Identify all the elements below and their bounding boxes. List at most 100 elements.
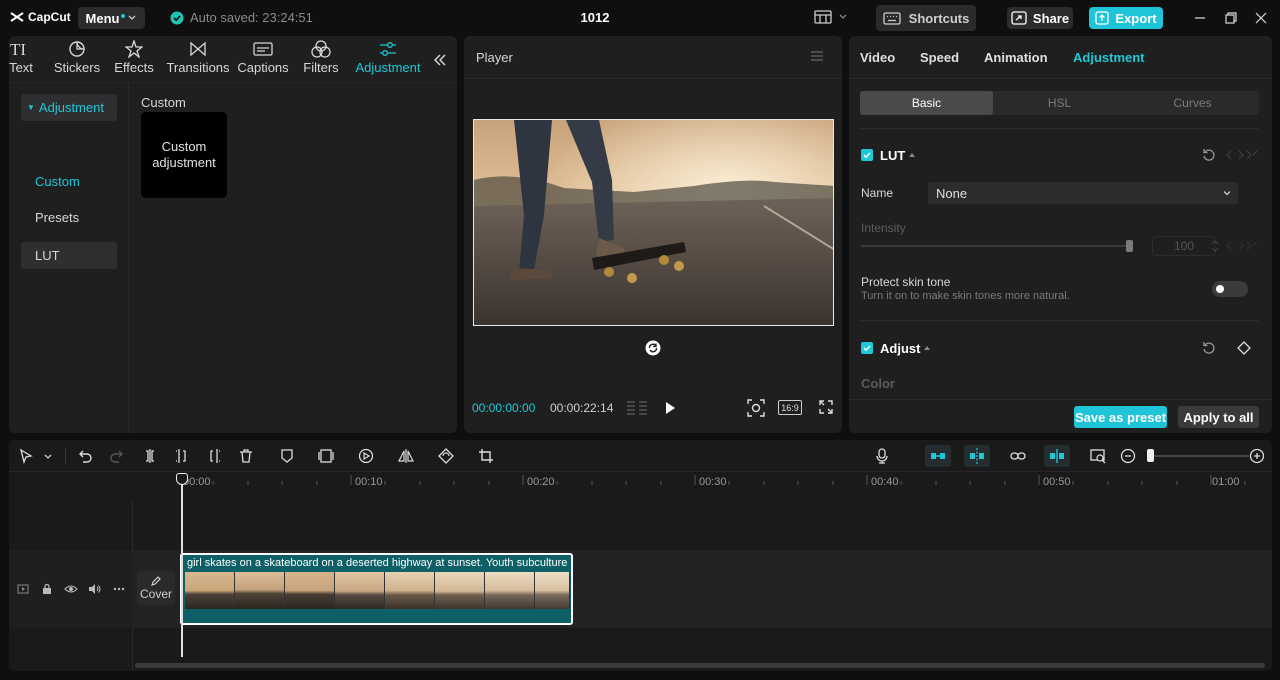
subtab-curves[interactable]: Curves [1126, 91, 1259, 115]
zoom-slider-track[interactable] [1149, 455, 1249, 457]
intensity-value-input[interactable]: 100 [1152, 236, 1216, 256]
svg-text:TI: TI [10, 40, 26, 58]
tab-filters[interactable]: Filters [303, 40, 339, 76]
caret-up-icon[interactable] [923, 345, 931, 351]
track-video-icon[interactable] [17, 583, 29, 595]
sidenav-item-presets[interactable]: Presets [21, 204, 117, 231]
shortcuts-label: Shortcuts [908, 10, 970, 26]
adjustment-subtabs: Basic HSL Curves [860, 91, 1259, 115]
ruler-label: 00:20 [527, 476, 555, 488]
share-button[interactable]: Share [1007, 7, 1073, 29]
delete-right-icon[interactable] [206, 448, 222, 464]
zoom-in-icon[interactable] [1249, 448, 1265, 464]
hamburger-menu-icon[interactable] [810, 50, 824, 62]
undo-icon[interactable] [77, 448, 93, 464]
player-title: Player [476, 50, 513, 65]
layout-button[interactable] [814, 10, 848, 24]
trash-icon[interactable] [238, 448, 254, 464]
keyframe-nav-icon[interactable] [1226, 241, 1260, 251]
sidenav-item-lut[interactable]: LUT [21, 242, 117, 269]
fullscreen-icon[interactable] [819, 400, 833, 414]
menu-button[interactable]: Menu [78, 7, 145, 29]
keyframe-nav-icon[interactable] [1226, 150, 1260, 160]
intensity-slider-track[interactable] [861, 245, 1131, 247]
video-preview[interactable] [473, 119, 834, 326]
tab-transitions[interactable]: Transitions [166, 40, 230, 76]
rotate-clip-icon[interactable] [438, 448, 454, 464]
keyboard-icon [883, 11, 901, 25]
tab-text[interactable]: TI Text [9, 40, 33, 76]
zoom-out-icon[interactable] [1120, 448, 1136, 464]
caret-up-icon[interactable] [908, 152, 916, 158]
tab-video[interactable]: Video [860, 50, 895, 65]
restore-icon[interactable] [1224, 11, 1238, 25]
tab-stickers[interactable]: Stickers [54, 40, 100, 76]
props-action-bar: Save as preset Apply to all [849, 399, 1272, 433]
split-icon[interactable] [142, 448, 158, 464]
tab-adjustment[interactable]: Adjustment [354, 40, 422, 76]
apply-to-all-button[interactable]: Apply to all [1178, 406, 1259, 428]
tab-captions[interactable]: Captions [237, 40, 289, 76]
subtab-hsl[interactable]: HSL [993, 91, 1126, 115]
timeline-scrollbar[interactable] [135, 663, 1265, 668]
save-as-preset-button[interactable]: Save as preset [1074, 406, 1167, 428]
link-icon[interactable] [1010, 448, 1026, 464]
aspect-ratio-button[interactable]: 16:9 [778, 400, 802, 415]
protect-skin-toggle[interactable] [1212, 281, 1248, 297]
freeze-frame-icon[interactable] [318, 448, 334, 464]
reverse-icon[interactable] [358, 448, 374, 464]
adjust-checkbox[interactable] [861, 342, 873, 354]
custom-adjustment-card[interactable]: Custom adjustment [141, 112, 227, 198]
auto-snap-button[interactable] [964, 445, 990, 467]
save-as-preset-label: Save as preset [1074, 409, 1167, 425]
marker-icon[interactable] [279, 448, 295, 464]
eye-icon[interactable] [64, 583, 78, 595]
playhead[interactable] [181, 473, 183, 657]
play-icon[interactable] [664, 401, 676, 415]
more-options-icon[interactable] [113, 587, 125, 591]
keyframe-diamond-icon[interactable] [1237, 341, 1251, 355]
sidenav-item-adjustment[interactable]: ▼ Adjustment [21, 94, 117, 121]
mirror-icon[interactable] [398, 448, 414, 464]
intensity-slider-handle[interactable] [1126, 240, 1133, 252]
playhead-handle[interactable] [176, 473, 188, 485]
redo-icon[interactable] [109, 448, 125, 464]
preview-axis-button[interactable] [1044, 445, 1070, 467]
delete-left-icon[interactable] [174, 448, 190, 464]
subtab-basic-label: Basic [911, 96, 942, 110]
lut-name-label: Name [861, 186, 894, 200]
speaker-icon[interactable] [88, 583, 102, 595]
export-button[interactable]: Export [1089, 7, 1163, 29]
crop-icon[interactable] [478, 448, 494, 464]
lock-icon[interactable] [41, 583, 53, 595]
subtab-basic[interactable]: Basic [860, 91, 993, 115]
tab-effects[interactable]: Effects [114, 40, 154, 76]
main-track-magnet-button[interactable] [925, 445, 951, 467]
screenshot-icon[interactable] [747, 399, 765, 417]
lut-checkbox[interactable] [861, 149, 873, 161]
chevron-down-icon[interactable] [43, 452, 53, 462]
zoom-slider-handle[interactable] [1147, 449, 1154, 462]
minimize-icon[interactable] [1193, 11, 1207, 25]
rotate-icon[interactable] [645, 340, 661, 356]
shortcuts-button[interactable]: Shortcuts [876, 5, 976, 31]
reset-icon[interactable] [1202, 341, 1216, 355]
select-pointer-icon[interactable] [18, 448, 34, 464]
tab-speed[interactable]: Speed [920, 50, 959, 65]
stepper-icon[interactable] [1211, 239, 1219, 253]
tab-adjustment-label: Adjustment [355, 60, 421, 75]
subtab-hsl-label: HSL [1047, 96, 1072, 110]
microphone-icon[interactable] [874, 448, 890, 464]
tab-adjustment-props[interactable]: Adjustment [1073, 50, 1145, 65]
sidenav-item-custom[interactable]: Custom [21, 168, 117, 195]
reset-icon[interactable] [1202, 148, 1216, 162]
collapse-panel-icon[interactable] [433, 53, 447, 67]
close-icon[interactable] [1254, 11, 1268, 25]
video-clip[interactable]: girl skates on a skateboard on a deserte… [180, 553, 573, 625]
zoom-fit-icon[interactable] [1090, 448, 1106, 464]
project-title[interactable]: 1012 [560, 10, 630, 25]
cover-button[interactable]: Cover [137, 571, 175, 605]
timeline-grid-icon[interactable] [626, 400, 648, 416]
lut-name-select[interactable]: None [928, 182, 1238, 204]
tab-animation[interactable]: Animation [984, 50, 1048, 65]
